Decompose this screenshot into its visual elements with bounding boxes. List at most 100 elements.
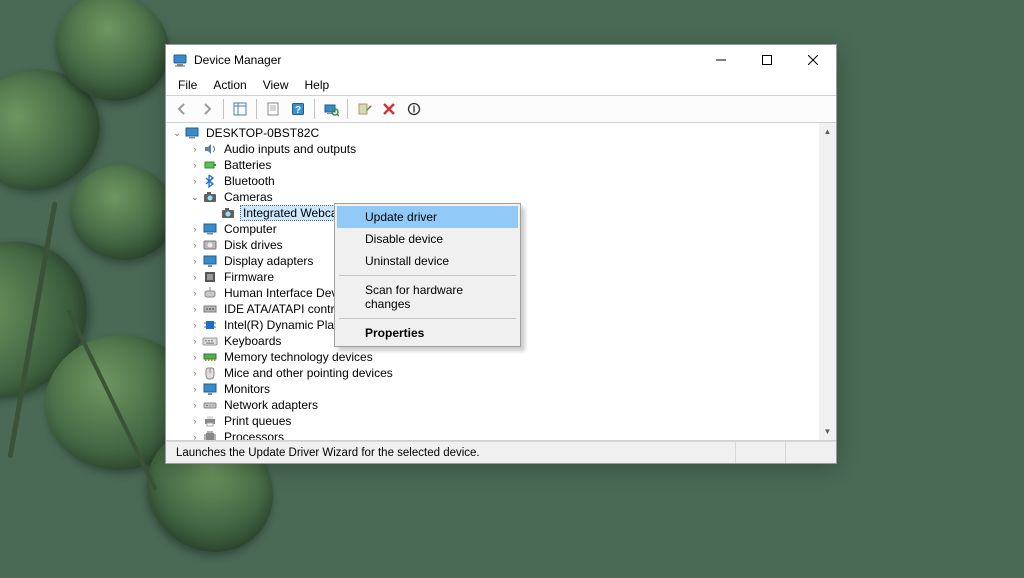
keyboard-icon xyxy=(202,333,218,349)
menu-file[interactable]: File xyxy=(170,76,205,94)
status-cell xyxy=(786,442,836,463)
scroll-up-arrow[interactable]: ▲ xyxy=(819,123,836,140)
forward-button[interactable] xyxy=(195,97,219,121)
maximize-button[interactable] xyxy=(744,45,790,75)
expander-icon[interactable]: › xyxy=(188,240,202,250)
help-toolbar-button[interactable]: ? xyxy=(286,97,310,121)
tree-item-label: Intel(R) Dynamic Platfo xyxy=(222,318,349,332)
tree-item-label: Computer xyxy=(222,222,279,236)
tree-item-label: Mice and other pointing devices xyxy=(222,366,395,380)
menu-help[interactable]: Help xyxy=(297,76,338,94)
expander-icon[interactable]: › xyxy=(188,416,202,426)
hid-icon xyxy=(202,285,218,301)
tree-item-label: Disk drives xyxy=(222,238,285,252)
expander-icon[interactable]: › xyxy=(188,272,202,282)
tree-item-label: Keyboards xyxy=(222,334,283,348)
context-uninstall-device[interactable]: Uninstall device xyxy=(337,250,518,272)
tree-item-label: Batteries xyxy=(222,158,273,172)
tree-item[interactable]: › Bluetooth xyxy=(166,173,819,189)
tree-item-label: Bluetooth xyxy=(222,174,277,188)
expander-icon[interactable]: › xyxy=(188,224,202,234)
context-scan-hardware[interactable]: Scan for hardware changes xyxy=(337,279,518,315)
context-menu: Update driver Disable device Uninstall d… xyxy=(334,203,521,347)
toolbar: ? xyxy=(166,95,836,123)
expander-icon[interactable]: › xyxy=(188,352,202,362)
tree-item-label: Memory technology devices xyxy=(222,350,375,364)
cpu-icon xyxy=(202,429,218,440)
tree-item-label: Print queues xyxy=(222,414,293,428)
scroll-down-arrow[interactable]: ▼ xyxy=(819,423,836,440)
context-disable-device[interactable]: Disable device xyxy=(337,228,518,250)
update-driver-toolbar-button[interactable] xyxy=(352,97,376,121)
vertical-scrollbar[interactable]: ▲ ▼ xyxy=(819,123,836,440)
tree-item[interactable]: › Mice and other pointing devices xyxy=(166,365,819,381)
menu-bar: File Action View Help xyxy=(166,75,836,95)
uninstall-toolbar-button[interactable] xyxy=(377,97,401,121)
expander-icon[interactable]: › xyxy=(188,432,202,440)
firmware-icon xyxy=(202,269,218,285)
monitor-icon xyxy=(202,381,218,397)
camera-icon xyxy=(220,205,236,221)
tree-root[interactable]: ⌄ DESKTOP-0BST82C xyxy=(166,125,819,141)
computer-icon xyxy=(184,125,200,141)
expander-icon[interactable]: ⌄ xyxy=(188,192,202,203)
tree-item-label: Firmware xyxy=(222,270,276,284)
expander-icon[interactable]: › xyxy=(188,336,202,346)
tree-item[interactable]: › Print queues xyxy=(166,413,819,429)
tree-item-label: Human Interface Devic xyxy=(222,286,348,300)
tree-item-label: Cameras xyxy=(222,190,275,204)
app-icon xyxy=(172,52,188,68)
scan-hardware-button[interactable] xyxy=(319,97,343,121)
expander-icon[interactable]: › xyxy=(188,144,202,154)
expander-icon[interactable]: ⌄ xyxy=(170,128,184,139)
expander-icon[interactable]: › xyxy=(188,288,202,298)
show-hide-tree-button[interactable] xyxy=(228,97,252,121)
status-text: Launches the Update Driver Wizard for th… xyxy=(170,442,736,463)
battery-icon xyxy=(202,157,218,173)
menu-view[interactable]: View xyxy=(255,76,297,94)
tree-item-label: DESKTOP-0BST82C xyxy=(204,126,321,140)
tree-item[interactable]: › Processors xyxy=(166,429,819,440)
expander-icon[interactable]: › xyxy=(188,320,202,330)
ide-icon xyxy=(202,301,218,317)
status-cell xyxy=(736,442,786,463)
expander-icon[interactable]: › xyxy=(188,176,202,186)
tree-item[interactable]: › Network adapters xyxy=(166,397,819,413)
disable-toolbar-button[interactable] xyxy=(402,97,426,121)
expander-icon[interactable]: › xyxy=(188,384,202,394)
context-properties[interactable]: Properties xyxy=(337,322,518,344)
bluetooth-icon xyxy=(202,173,218,189)
camera-icon xyxy=(202,189,218,205)
context-separator xyxy=(339,318,516,319)
menu-action[interactable]: Action xyxy=(205,76,254,94)
tree-item[interactable]: › Memory technology devices xyxy=(166,349,819,365)
tree-item[interactable]: › Batteries xyxy=(166,157,819,173)
back-button[interactable] xyxy=(170,97,194,121)
minimize-button[interactable] xyxy=(698,45,744,75)
expander-icon[interactable]: › xyxy=(188,400,202,410)
printer-icon xyxy=(202,413,218,429)
display-icon xyxy=(202,253,218,269)
network-icon xyxy=(202,397,218,413)
audio-icon xyxy=(202,141,218,157)
expander-icon[interactable]: › xyxy=(188,256,202,266)
expander-icon[interactable]: › xyxy=(188,368,202,378)
titlebar: Device Manager xyxy=(166,45,836,75)
context-update-driver[interactable]: Update driver xyxy=(337,206,518,228)
tree-panel: ⌄ DESKTOP-0BST82C›Audio inputs and output… xyxy=(166,123,836,441)
tree-item[interactable]: ›Audio inputs and outputs xyxy=(166,141,819,157)
close-button[interactable] xyxy=(790,45,836,75)
tree-item-label: Network adapters xyxy=(222,398,320,412)
context-separator xyxy=(339,275,516,276)
tree-item[interactable]: › Monitors xyxy=(166,381,819,397)
tree-item-label: Display adapters xyxy=(222,254,315,268)
tree-item-label: Processors xyxy=(222,430,286,440)
expander-icon[interactable]: › xyxy=(188,304,202,314)
tree-item-label: Monitors xyxy=(222,382,272,396)
properties-toolbar-button[interactable] xyxy=(261,97,285,121)
computer-icon xyxy=(202,221,218,237)
chip-icon xyxy=(202,317,218,333)
expander-icon[interactable]: › xyxy=(188,160,202,170)
device-manager-window: Device Manager File Action View Help ? ⌄… xyxy=(165,44,837,464)
window-title: Device Manager xyxy=(194,53,698,67)
